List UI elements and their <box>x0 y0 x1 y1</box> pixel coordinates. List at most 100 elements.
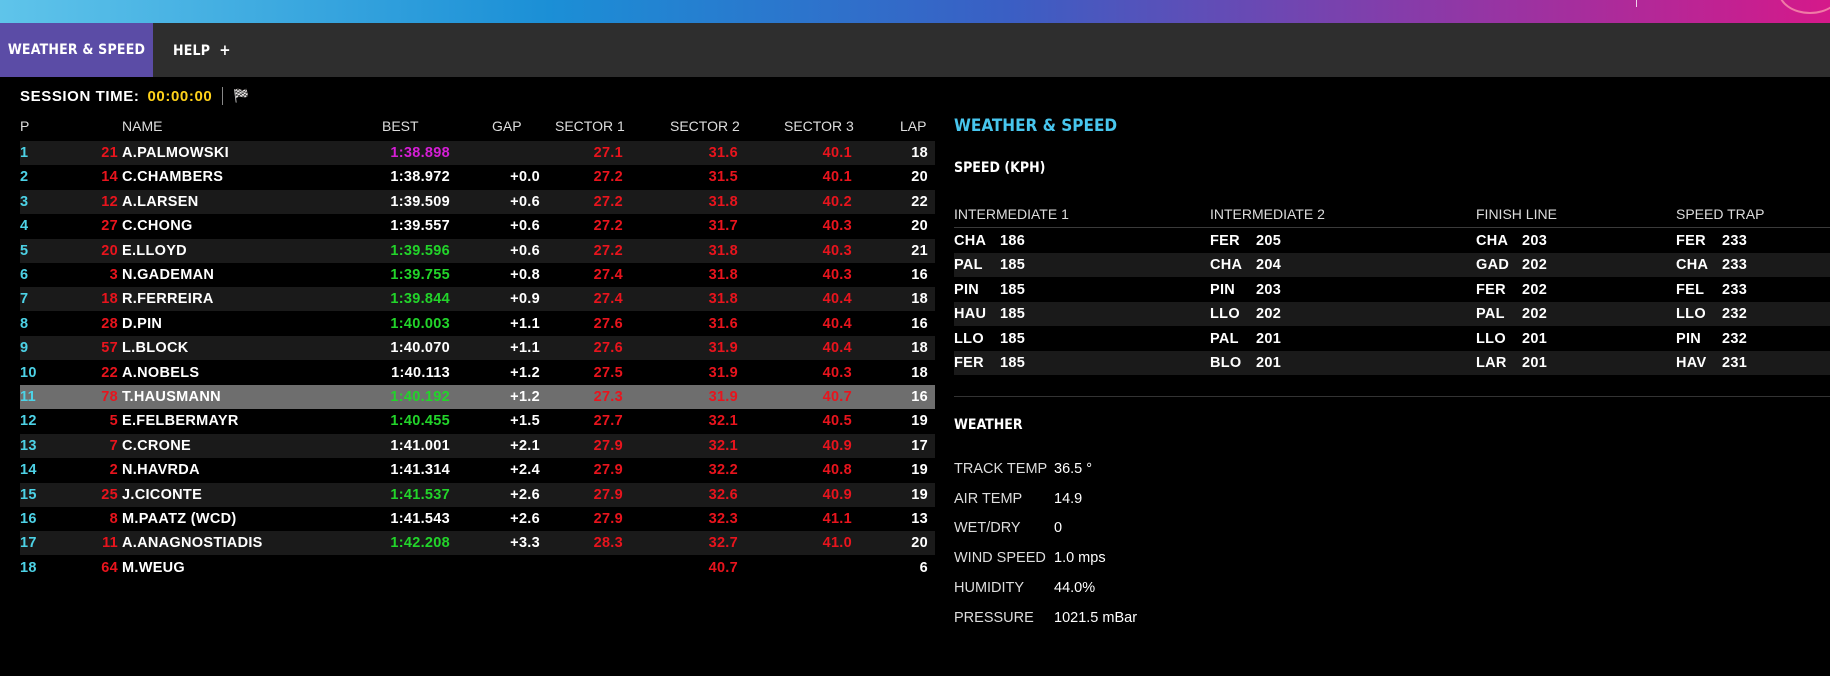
table-row[interactable]: 17 11 A.ANAGNOSTIADIS 1:42.208 +3.3 28.3 32.7 4… <box>20 531 935 556</box>
speed-value: 203 <box>1256 281 1282 298</box>
table-row[interactable]: 9 57 L.BLOCK 1:40.070 +1.1 27.6 31.9 40.4 18 <box>20 336 935 361</box>
table-row[interactable]: 16 8 M.PAATZ (WCD) 1:41.543 +2.6 27.9 32.3 41.1… <box>20 507 935 531</box>
tab-weather-speed[interactable]: WEATHER & SPEED <box>0 23 153 77</box>
col-sector-1: SECTOR 1 <box>555 118 625 134</box>
sector-1-cell: 27.2 <box>593 193 623 210</box>
table-row[interactable]: 4 27 C.CHONG 1:39.557 +0.6 27.2 31.7 40.3 20 <box>20 214 935 238</box>
car-number-cell: 21 <box>101 145 118 161</box>
table-row[interactable]: 11 78 T.HAUSMANN 1:40.192 +1.2 27.3 31.9 40.7 16 <box>20 385 935 409</box>
driver-name-cell: A.NOBELS <box>122 364 200 381</box>
speed-driver-code: BLO <box>1210 355 1242 371</box>
driver-name-cell: M.PAATZ (WCD) <box>122 511 237 527</box>
table-row[interactable]: 18 64 M.WEUG 40.7 6 <box>20 556 935 580</box>
table-row[interactable]: 2 14 C.CHAMBERS 1:38.972 +0.0 27.2 31.5 40.1 20 <box>20 165 935 189</box>
panel-title: WEATHER & SPEED <box>954 116 1118 136</box>
table-row[interactable]: 14 2 N.HAVRDA 1:41.314 +2.4 27.9 32.2 40.8 19 <box>20 458 935 482</box>
speed-driver-code: HAV <box>1676 355 1707 371</box>
speed-value: 231 <box>1722 355 1748 371</box>
expand-plus-icon[interactable]: + <box>219 41 231 59</box>
col-sector-3: SECTOR 3 <box>784 118 854 134</box>
sector-3-cell: 40.8 <box>822 462 852 479</box>
pos-cell: 8 <box>20 315 29 332</box>
sector-3-cell: 40.4 <box>822 315 852 332</box>
speed-driver-code: LLO <box>1676 306 1706 323</box>
sector-2-cell: 32.1 <box>708 413 738 430</box>
sector-2-cell: 32.7 <box>708 535 738 552</box>
speed-driver-code: CHA <box>1476 233 1509 249</box>
pos-cell: 18 <box>20 559 37 576</box>
sector-1-cell: 27.1 <box>593 145 623 161</box>
gap-cell: +1.1 <box>510 340 540 357</box>
table-row[interactable]: 3 12 A.LARSEN 1:39.509 +0.6 27.2 31.8 40.2 22 <box>20 189 935 214</box>
weather-value: 14.9 <box>1054 490 1083 507</box>
pos-cell: 12 <box>20 413 37 430</box>
pos-cell: 11 <box>20 389 36 405</box>
car-number-cell: 22 <box>101 364 118 381</box>
speed-row: HAU 185 LLO 202 PAL 202 LLO 232 <box>954 302 1830 327</box>
car-number-cell: 64 <box>101 559 118 576</box>
tab-help[interactable]: HELP + <box>173 23 231 77</box>
driver-name-cell: A.PALMOWSKI <box>122 145 229 161</box>
lap-count-cell: 18 <box>911 364 928 381</box>
table-row[interactable]: 8 28 D.PIN 1:40.003 +1.1 27.6 31.6 40.4 16 <box>20 312 935 336</box>
sector-3-cell: 40.4 <box>822 291 852 308</box>
table-row[interactable]: 10 22 A.NOBELS 1:40.113 +1.2 27.5 31.9 40.3 18 <box>20 361 935 385</box>
sector-2-cell: 31.8 <box>708 193 738 210</box>
table-row[interactable]: 12 5 E.FELBERMAYR 1:40.455 +1.5 27.7 32.1 40.5 1… <box>20 409 935 433</box>
speed-value: 202 <box>1522 257 1548 274</box>
gap-cell: +3.3 <box>510 535 540 552</box>
speed-driver-code: CHA <box>1676 257 1709 274</box>
car-number-cell: 2 <box>109 462 118 479</box>
sector-2-cell: 31.9 <box>708 364 738 381</box>
pos-cell: 6 <box>20 267 29 283</box>
logo-ring-icon <box>1778 0 1830 14</box>
speed-value: 185 <box>1000 330 1026 347</box>
sector-3-cell: 40.3 <box>822 364 852 381</box>
speed-value: 202 <box>1522 306 1548 323</box>
driver-name-cell: N.GADEMAN <box>122 267 215 283</box>
driver-name-cell: C.CRONE <box>122 437 191 454</box>
sector-2-cell: 31.5 <box>708 169 738 186</box>
col-intermediate-1: INTERMEDIATE 1 <box>954 206 1069 222</box>
lap-count-cell: 22 <box>911 193 928 210</box>
best-lap-cell: 1:39.755 <box>390 267 450 283</box>
table-row[interactable]: 5 20 E.LLOYD 1:39.596 +0.6 27.2 31.8 40.3 21 <box>20 238 935 263</box>
car-number-cell: 28 <box>101 315 118 332</box>
speed-value: 201 <box>1522 355 1548 371</box>
table-row[interactable]: 15 25 J.CICONTE 1:41.537 +2.6 27.9 32.6 40.9 19 <box>20 482 935 507</box>
pos-cell: 1 <box>20 145 29 161</box>
top-gradient-bar <box>0 0 1830 23</box>
table-row[interactable]: 13 7 C.CRONE 1:41.001 +2.1 27.9 32.1 40.9 17 <box>20 433 935 458</box>
table-row[interactable]: 6 3 N.GADEMAN 1:39.755 +0.8 27.4 31.8 40.3 16 <box>20 263 935 287</box>
best-lap-cell: 1:39.557 <box>390 218 450 235</box>
speed-value: 232 <box>1722 306 1748 323</box>
table-row[interactable]: 1 21 A.PALMOWSKI 1:38.898 27.1 31.6 40.1 18 <box>20 141 935 165</box>
speed-value: 233 <box>1722 233 1748 249</box>
speed-driver-code: PAL <box>1476 306 1505 323</box>
col-name: NAME <box>122 118 163 134</box>
speed-driver-code: LAR <box>1476 355 1507 371</box>
lap-count-cell: 18 <box>911 340 928 357</box>
tab-bar: WEATHER & SPEED HELP + <box>0 23 1830 77</box>
driver-name-cell: N.HAVRDA <box>122 462 200 479</box>
pos-cell: 5 <box>20 242 29 259</box>
gap-cell: +0.8 <box>510 267 540 283</box>
gap-cell: +2.4 <box>510 462 540 479</box>
lap-count-cell: 20 <box>911 169 928 186</box>
best-lap-cell: 1:38.898 <box>390 145 450 161</box>
sector-1-cell: 28.3 <box>593 535 623 552</box>
sector-3-cell: 40.7 <box>822 389 852 405</box>
weather-label: TRACK TEMP <box>954 461 1048 477</box>
sector-3-cell: 40.4 <box>822 340 852 357</box>
checkered-flag-icon: 🏁 <box>233 88 251 103</box>
table-row[interactable]: 7 18 R.FERREIRA 1:39.844 +0.9 27.4 31.8 40.4 18 <box>20 287 935 312</box>
speed-value: 185 <box>1000 257 1026 274</box>
best-lap-cell: 1:40.192 <box>390 389 450 405</box>
col-lap: LAP <box>900 118 927 134</box>
sector-2-cell: 31.9 <box>708 389 738 405</box>
speed-value: 202 <box>1522 281 1548 298</box>
speed-value: 205 <box>1256 233 1282 249</box>
lap-count-cell: 21 <box>911 242 928 259</box>
best-lap-cell: 1:40.003 <box>390 315 450 332</box>
gap-cell: +1.5 <box>510 413 540 430</box>
